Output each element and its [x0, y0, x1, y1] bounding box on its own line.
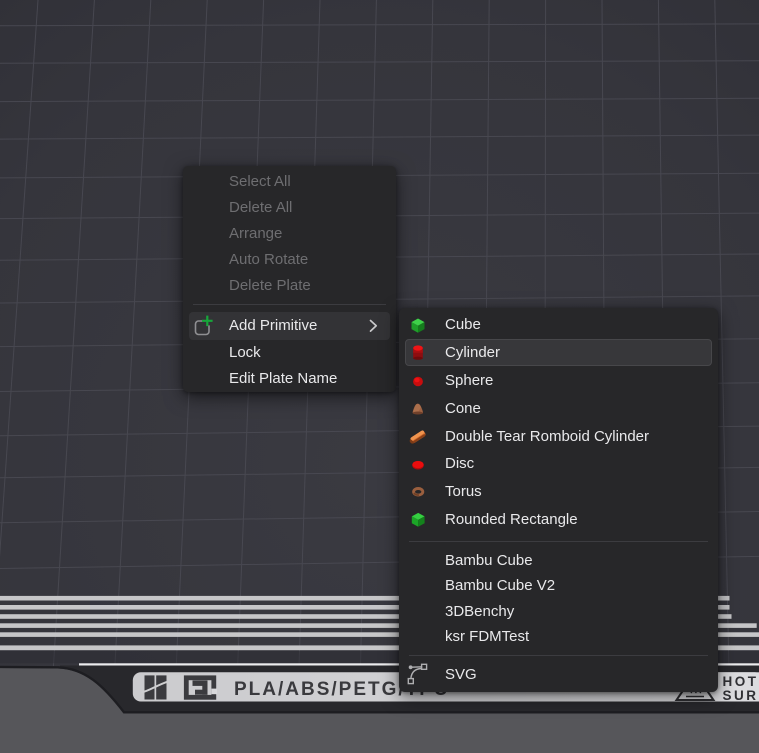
svg-text:SURFA: SURFA	[723, 688, 759, 703]
svg-text:HOT: HOT	[723, 674, 759, 689]
